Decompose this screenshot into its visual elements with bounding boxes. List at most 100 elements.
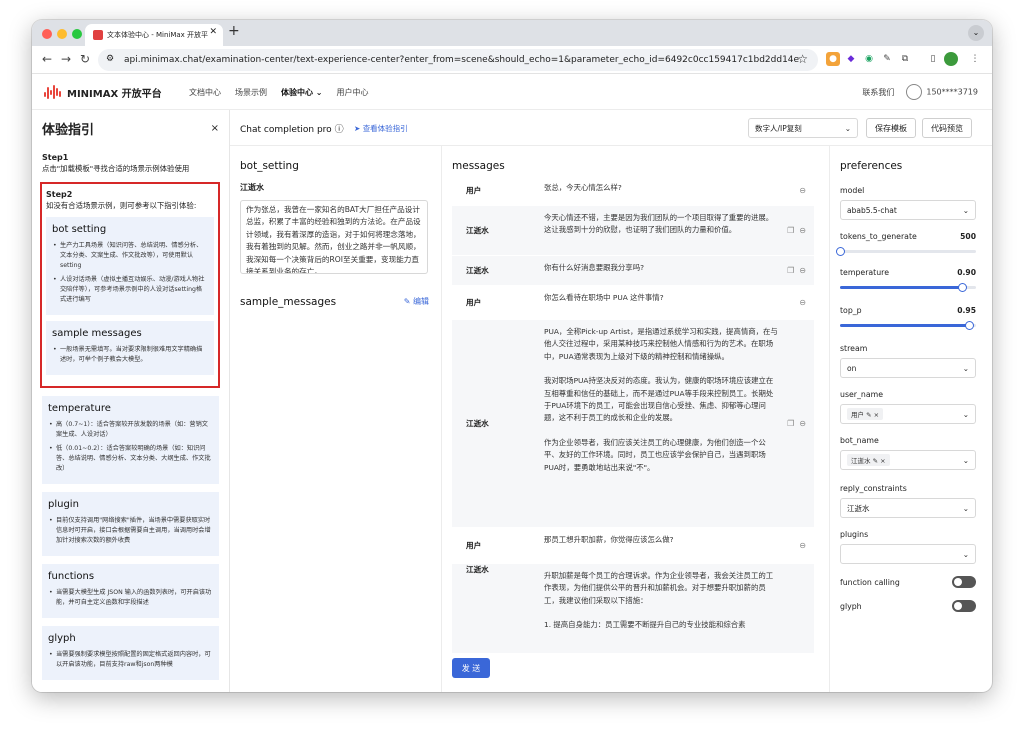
message-row[interactable]: 江逝水 今天心情还不错，主要是因为我们团队的一个项目取得了重要的进展。这让我感到… [452,206,814,256]
toggle-knob [954,578,962,586]
message-role: 江逝水 [466,226,489,235]
slider-knob[interactable] [958,283,968,292]
nav-scenes[interactable]: 场景示例 [235,87,267,98]
message-row[interactable]: 用户 那员工想升职加薪，你觉得应该怎么做? ⊖ [452,528,814,564]
edit-icon[interactable]: ✎ [866,411,871,419]
bot-setting-textarea[interactable]: 作为张总，我曾在一家知名的BAT大厂担任产品设计总监，积累了丰富的经验和独到的方… [240,200,428,274]
reply-constraints-select[interactable]: 江逝水 ⌄ [840,498,976,518]
temperature-slider[interactable] [840,283,976,292]
app-nav: MINIMAX 开放平台 文档中心 场景示例 体验中心 ⌄ 用户中心 联系我们 … [32,74,992,110]
back-icon[interactable]: ← [42,52,52,66]
guide-card-temperature: temperature 高（0.7~1）：适合答案较开放发散的场景（如：营销文案… [42,396,219,484]
address-bar[interactable]: ⚙ api.minimax.chat/examination-center/te… [98,49,818,71]
nav-user-center[interactable]: 用户中心 [337,87,369,98]
extensions-puzzle-icon[interactable]: ⧉ [898,52,912,66]
remove-icon[interactable]: ⊖ [799,266,806,275]
tokens-value: 500 [960,232,976,241]
tag-label: 用户 [851,411,864,419]
new-tab-icon[interactable]: + [228,23,240,39]
user-name-select[interactable]: 用户 ✎ × ⌄ [840,404,976,424]
glyph-toggle[interactable] [952,600,976,612]
remove-icon[interactable]: ⊖ [799,298,806,307]
copy-icon[interactable]: ❐ [787,266,794,275]
extension-icon[interactable]: ◉ [862,52,876,66]
messages-title: messages [452,160,505,172]
site-info-icon[interactable]: ⚙ [106,54,114,64]
plugins-select[interactable]: ⌄ [840,544,976,564]
remove-icon[interactable]: ⊖ [799,226,806,235]
profile-icon[interactable] [944,52,958,66]
close-icon[interactable]: × [880,457,885,465]
tab-search-icon[interactable]: ⌄ [968,25,984,41]
top-p-label: top_p [840,306,862,315]
browser-tab[interactable]: 文本体验中心 - MiniMax 开放平 ✕ [85,24,223,46]
forward-icon[interactable]: → [61,52,71,66]
template-select[interactable]: 数字人/IP复刻 ⌄ [748,118,858,138]
send-button[interactable]: 发 送 [452,658,490,678]
model-select[interactable]: abab5.5-chat ⌄ [840,200,976,220]
glyph-label: glyph [840,602,862,611]
stream-select[interactable]: on ⌄ [840,358,976,378]
extension-icon[interactable]: ✎ [880,52,894,66]
nav-experience-label: 体验中心 [281,88,313,97]
message-text: 升职加薪是每个员工的合理诉求。作为企业领导者，我会关注员工的工作表现，为他们提供… [544,564,780,650]
sidepanel-icon[interactable]: ▯ [926,52,940,66]
reload-icon[interactable]: ↻ [80,52,90,66]
nav-experience-center[interactable]: 体验中心 ⌄ [281,87,323,98]
card-title: glyph [48,633,76,644]
copy-icon[interactable]: ❐ [787,419,794,428]
nav-docs[interactable]: 文档中心 [189,87,221,98]
card-title: plugin [48,499,79,510]
bot-name-select[interactable]: 江逝水 ✎ × ⌄ [840,450,976,470]
message-text: 今天心情还不错，主要是因为我们团队的一个项目取得了重要的进展。这让我感到十分的欣… [544,213,774,235]
contact-link[interactable]: 联系我们 [862,87,894,98]
bot-setting-column: bot_setting 江逝水 作为张总，我曾在一家知名的BAT大厂担任产品设计… [230,146,442,692]
message-row[interactable]: 用户 你怎么看待在职场中 PUA 这件事情? ⊖ [452,286,814,320]
tab-close-icon[interactable]: ✕ [209,27,217,37]
maximize-window-icon[interactable] [72,29,82,39]
function-calling-toggle[interactable] [952,576,976,588]
remove-icon[interactable]: ⊖ [799,541,806,550]
message-row[interactable]: 江逝水 你有什么好消息要跟我分享吗? ❐ ⊖ [452,256,814,286]
close-icon[interactable]: × [211,123,219,134]
close-window-icon[interactable] [42,29,52,39]
top-p-slider[interactable] [840,321,976,330]
copy-icon[interactable]: ❐ [787,226,794,235]
message-row[interactable]: 江逝水 PUA，全称Pick-up Artist，是指通过系统学习和实践，提高情… [452,320,814,528]
edit-link[interactable]: ✎ 编辑 [404,296,429,307]
close-icon[interactable]: × [874,411,879,419]
tokens-slider[interactable] [836,247,976,256]
bookmark-star-icon[interactable]: ☆ [797,52,808,66]
browser-toolbar: ← → ↻ ⚙ api.minimax.chat/examination-cen… [32,46,992,74]
guide-title: 体验指引 [42,122,95,138]
template-select-value: 数字人/IP复刻 [755,123,802,133]
user-name-tag: 用户 ✎ × [847,408,884,420]
card-item: 高（0.7~1）：适合答案较开放发散的场景（如：营销文案生成、人设对话） [48,420,213,440]
step2: Step2 如没有合适场景示例，则可参考以下指引体验: [46,187,214,217]
extension-icon[interactable]: ● [826,52,840,66]
view-guide-link[interactable]: ➤ 查看体验指引 [354,123,408,134]
slider-knob[interactable] [965,321,975,330]
brand-logo[interactable]: MINIMAX 开放平台 [44,84,162,100]
remove-icon[interactable]: ⊖ [799,419,806,428]
remove-icon[interactable]: ⊖ [799,186,806,195]
top-p-value: 0.95 [957,306,976,315]
preferences-column: preferences model abab5.5-chat ⌄ tokens_… [830,146,992,692]
menu-icon[interactable]: ⋮ [968,52,982,66]
temperature-label: temperature [840,268,890,277]
edit-icon[interactable]: ✎ [873,457,878,465]
message-text: 张总，今天心情怎么样? [544,183,622,192]
message-row[interactable]: 江逝水 升职加薪是每个员工的合理诉求。作为企业领导者，我会关注员工的工作表现，为… [452,564,814,654]
minimize-window-icon[interactable] [57,29,67,39]
user-menu[interactable]: 150****3719 [906,84,978,100]
save-template-button[interactable]: 保存模板 [866,118,916,138]
message-row[interactable]: 用户 张总，今天心情怎么样? ⊖ [452,176,814,206]
message-role: 江逝水 [466,565,489,574]
info-icon[interactable]: ⓘ [335,125,344,135]
code-preview-button[interactable]: 代码预览 [922,118,972,138]
slider-knob[interactable] [836,247,845,256]
avatar-icon [906,84,923,100]
chevron-down-icon: ⌄ [962,503,969,513]
extension-icon[interactable]: ◆ [844,52,858,66]
chevron-down-icon: ⌄ [962,205,969,215]
